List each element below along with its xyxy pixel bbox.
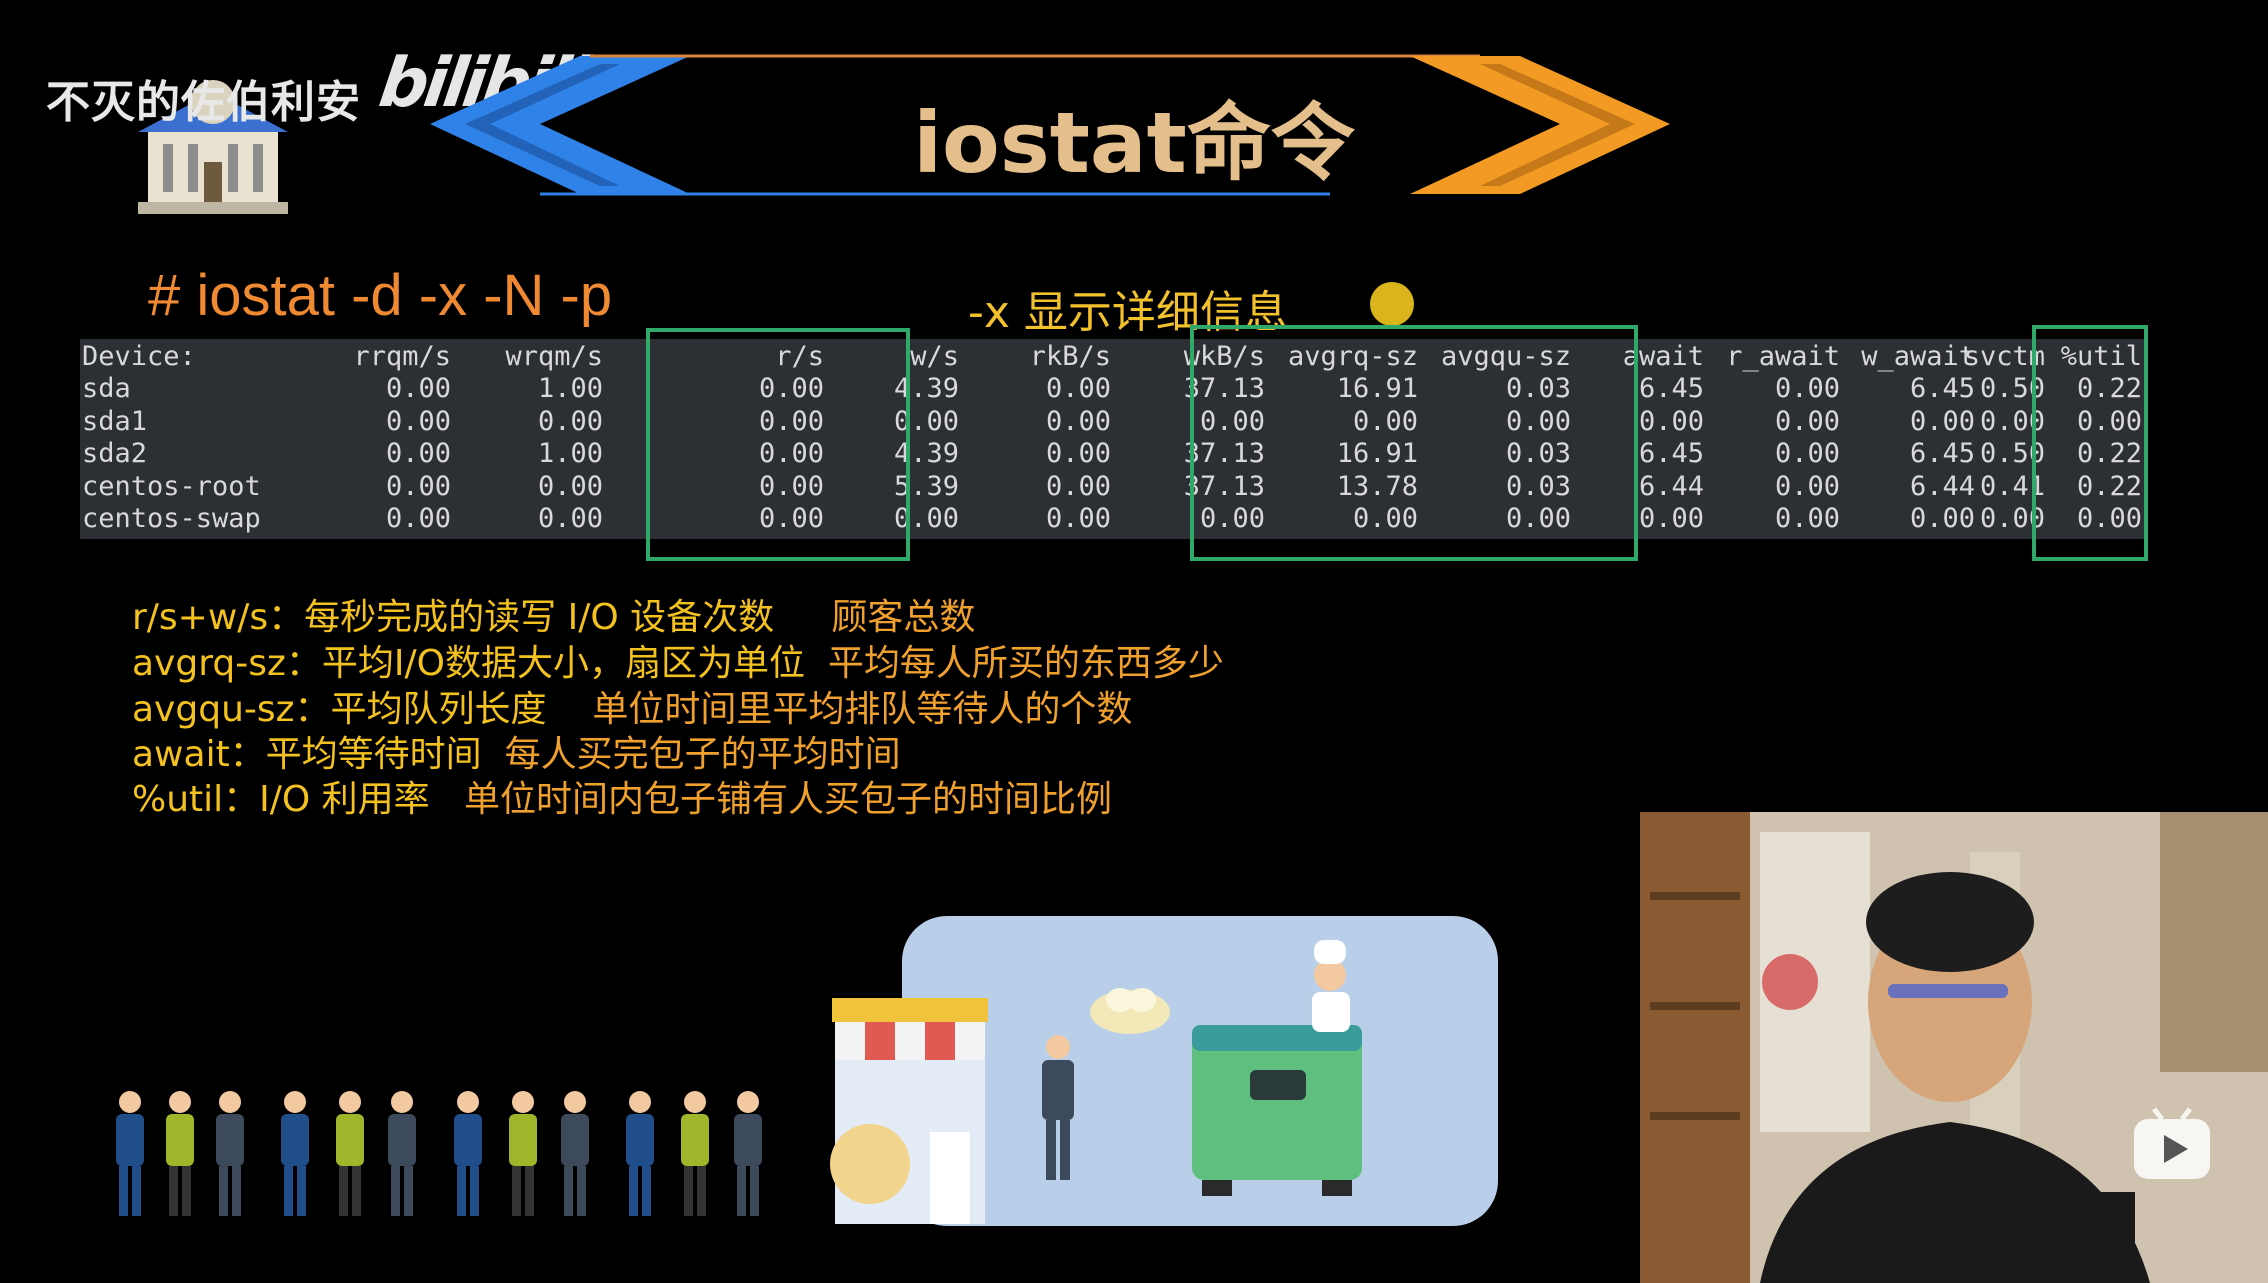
table-row: sda 0.00 1.00 0.00 4.39 0.00 37.13 16.91 0.03 6.4…: [80, 373, 2144, 405]
play-icon[interactable]: [2130, 1105, 2214, 1183]
shop-icon: [830, 998, 988, 1224]
table-cell: 0.00: [1774, 438, 1840, 469]
table-cell: 0.00: [537, 503, 603, 534]
col-header: w/s: [910, 341, 959, 372]
device-name: sda: [82, 373, 131, 404]
table-cell: 0.00: [1045, 438, 1111, 469]
col-header: rrqm/s: [353, 341, 451, 372]
command-line: # iostat -d -x -N -p: [148, 263, 613, 328]
table-cell: 0.00: [1638, 405, 1704, 437]
table-cell: 0.00: [1774, 503, 1840, 534]
highlight-box-rs-ws: [646, 328, 910, 561]
table-row: centos-swap 0.00 0.00 0.00 0.00 0.00 0.00 0.00 0…: [80, 503, 2144, 535]
col-header: r_await: [1726, 341, 1840, 372]
table-cell: 0.00: [1045, 470, 1111, 502]
cursor-pointer: [1370, 282, 1414, 326]
col-header: rkB/s: [1029, 341, 1111, 372]
col-header: wrqm/s: [505, 341, 603, 372]
col-header: w_await: [1861, 341, 1975, 372]
table-cell: 0.00: [537, 470, 603, 502]
highlight-box-avgrq-await: [1190, 325, 1638, 561]
table-cell: 0.00: [385, 470, 451, 502]
table-cell: 6.45: [1638, 438, 1704, 469]
slide-title: iostat命令: [913, 94, 1355, 192]
table-cell: 0.00: [385, 503, 451, 534]
table-cell: 1.00: [537, 438, 603, 469]
table-row: centos-root 0.00 0.00 0.00 5.39 0.00 37.13 13.7…: [80, 471, 2144, 503]
explanation-line: %util：I/O 利用率 单位时间内包子铺有人买包子的时间比例: [132, 779, 1113, 820]
table-cell: 6.44: [1909, 470, 1975, 502]
highlight-box-util: [2032, 325, 2148, 561]
device-name: centos-swap: [82, 503, 261, 534]
table-cell: 0.00: [385, 438, 451, 469]
explanation-line: avgrq-sz：平均I/O数据大小，扇区为单位 平均每人所买的东西多少: [132, 643, 1224, 684]
bun-shop-illustration: [116, 916, 1498, 1226]
iostat-output-table: Device: rrqm/s wrqm/s r/s w/s rkB/s wkB/…: [80, 339, 2144, 539]
table-cell: 0.00: [1045, 503, 1111, 534]
table-cell: 6.45: [1909, 438, 1975, 469]
table-cell: 0.00: [1045, 373, 1111, 404]
table-cell: 0.00: [1774, 470, 1840, 502]
table-cell: 0.00: [1909, 405, 1975, 437]
explanation-line: r/s+w/s：每秒完成的读写 I/O 设备次数 顾客总数: [132, 597, 976, 638]
device-name: sda1: [82, 405, 148, 437]
table-cell: 0.00: [385, 405, 451, 437]
webcam-video: [1640, 812, 2268, 1283]
table-cell: 0.00: [1774, 405, 1840, 437]
table-cell: 6.45: [1638, 373, 1704, 404]
table-cell: 0.00: [1909, 503, 1975, 534]
person-icon: [116, 1091, 762, 1216]
table-cell: 0.00: [1774, 373, 1840, 404]
table-cell: 0.00: [1045, 405, 1111, 437]
table-header-row: Device: rrqm/s wrqm/s r/s w/s rkB/s wkB/…: [80, 341, 2144, 373]
table-cell: 1.00: [537, 373, 603, 404]
table-cell: 6.45: [1909, 373, 1975, 404]
device-name: centos-root: [82, 470, 261, 502]
table-row: sda2 0.00 1.00 0.00 4.39 0.00 37.13 16.91 0.03 6.…: [80, 438, 2144, 470]
device-name: sda2: [82, 438, 148, 469]
table-cell: 0.00: [385, 373, 451, 404]
table-cell: 0.00: [1638, 503, 1704, 534]
table-cell: 0.00: [537, 405, 603, 437]
col-header: Device:: [82, 341, 196, 372]
table-row: sda1 0.00 0.00 0.00 0.00 0.00 0.00 0.00 0.00 0.00…: [80, 406, 2144, 438]
table-cell: 6.44: [1638, 470, 1704, 502]
